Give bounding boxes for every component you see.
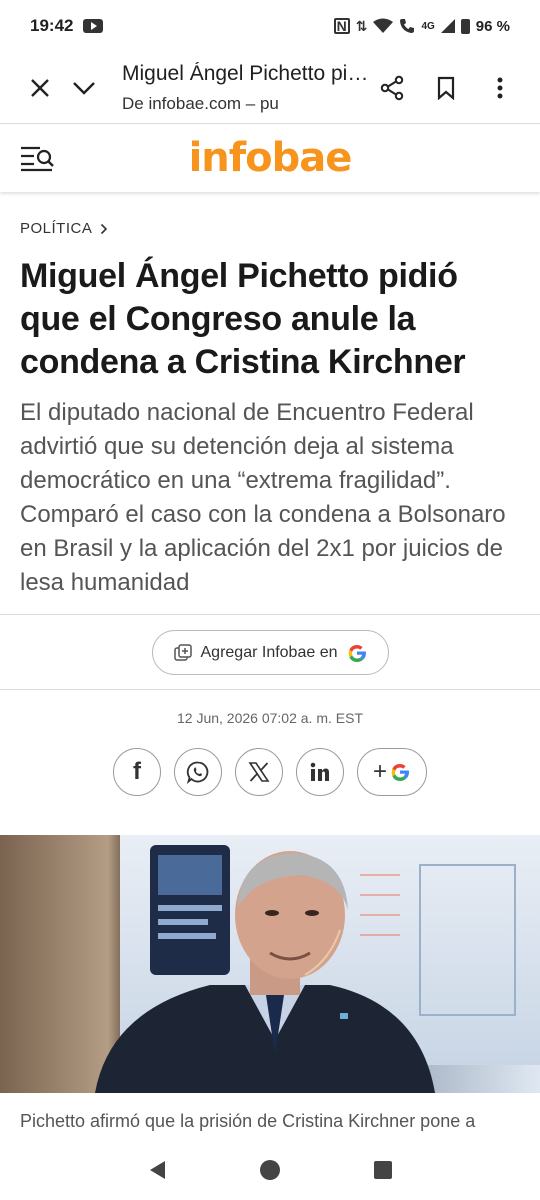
publish-date: 12 Jun, 2026 07:02 a. m. EST [176,710,363,726]
battery-icon [460,18,470,34]
share-x-button[interactable] [235,748,283,796]
section-label: POLÍTICA [20,220,93,237]
site-logo[interactable]: infobae [189,135,353,181]
menu-search-button[interactable] [20,144,56,172]
facebook-icon: f [133,758,141,785]
back-triangle-icon [149,1161,165,1179]
network-type: 4G [421,20,435,32]
status-time: 19:42 [30,16,74,35]
add-source-row: Agregar Infobae en [0,615,540,690]
minimize-tab-button[interactable] [62,66,106,110]
signal-icon [440,19,455,33]
nav-back-button[interactable] [137,1150,177,1190]
share-whatsapp-button[interactable] [174,748,222,796]
add-google-preferred-button[interactable]: + [357,748,427,796]
chevron-right-icon [101,223,108,234]
x-twitter-icon [248,762,270,782]
share-linkedin-button[interactable] [296,748,344,796]
wifi-icon [373,18,394,33]
tab-title-area[interactable]: Miguel Ángel Pichetto pidió que el Congr… [106,62,370,114]
share-buttons-row: f + [0,748,540,796]
menu-search-icon [21,146,54,172]
chevron-down-icon [73,81,95,95]
more-options-button[interactable] [478,66,522,110]
tab-page-title: Miguel Ángel Pichetto pidió que el Congr… [122,61,370,85]
article-hero-image[interactable] [0,835,540,1093]
hero-photo [0,835,540,1093]
more-vert-icon [497,77,503,98]
wifi-call-icon [400,19,415,33]
article-subheadline: El diputado nacional de Encuentro Federa… [20,399,506,596]
nfc-icon: N [333,18,350,34]
status-bar: 19:42 N ⇅ 4G 96 % [0,0,540,52]
linkedin-icon [310,762,329,781]
google-icon [348,644,366,662]
recents-square-icon [374,1161,393,1179]
share-page-button[interactable] [370,66,414,110]
youtube-notification-icon [83,19,104,33]
bookmark-button[interactable] [424,66,468,110]
custom-tab-toolbar: Miguel Ángel Pichetto pidió que el Congr… [0,52,540,124]
tab-page-url: De infobae.com – pu [122,93,279,113]
battery-level: 96 % [475,17,510,35]
share-icon [380,75,404,100]
nav-home-button[interactable] [250,1150,290,1190]
article: POLÍTICA Miguel Ángel Pichetto pidió que… [0,220,540,600]
image-caption: Pichetto afirmó que la prisión de Cristi… [20,1111,476,1131]
add-source-icon [173,643,192,661]
nav-recents-button[interactable] [363,1150,403,1190]
whatsapp-icon [186,761,209,784]
home-circle-icon [259,1160,280,1180]
site-header: infobae [0,124,540,192]
add-source-label: Agregar Infobae en [200,643,338,661]
close-tab-button[interactable] [18,66,62,110]
add-to-google-button[interactable]: Agregar Infobae en [151,630,389,675]
section-breadcrumb[interactable]: POLÍTICA [20,220,520,237]
data-arrows-icon: ⇅ [355,17,368,34]
plus-icon: + [372,758,387,785]
system-nav-bar [0,1140,540,1200]
google-icon [391,764,409,781]
close-icon [31,78,49,97]
bookmark-icon [437,76,455,100]
article-headline: Miguel Ángel Pichetto pidió que el Congr… [20,257,466,381]
share-facebook-button[interactable]: f [113,748,161,796]
